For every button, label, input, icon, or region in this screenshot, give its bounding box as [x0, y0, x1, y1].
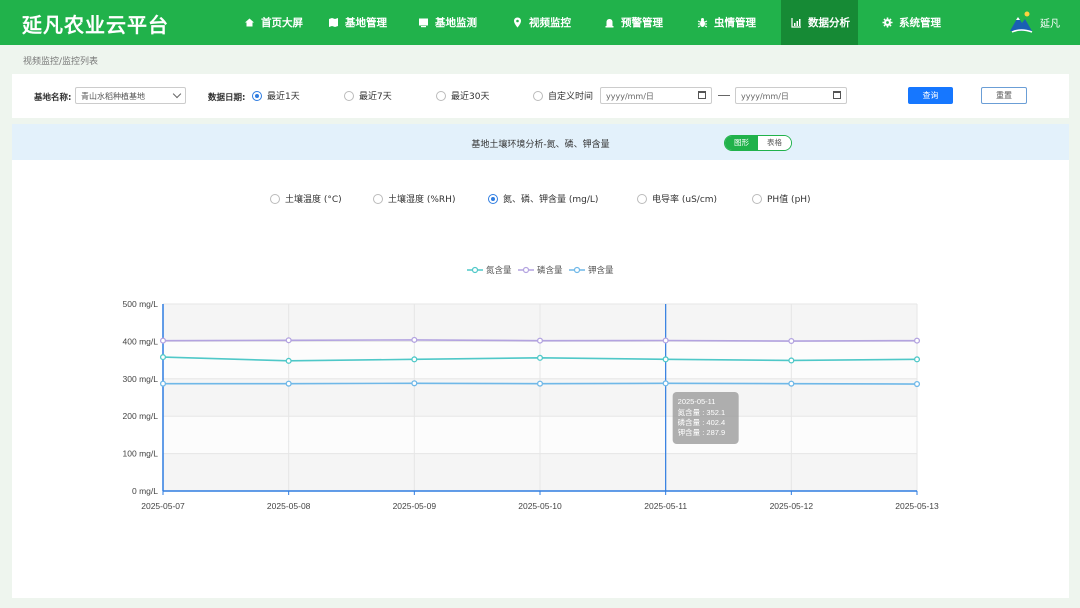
data-point [913, 380, 921, 388]
user-menu[interactable]: 延凡 [1008, 6, 1060, 38]
bug-icon [697, 17, 708, 28]
nav-label: 系统管理 [899, 17, 941, 29]
home-icon [244, 17, 255, 28]
nav-item-alert-management[interactable]: 预警管理 [594, 0, 673, 45]
x-tick-label: 2025-05-09 [393, 501, 437, 511]
data-point [662, 380, 669, 387]
chevron-down-icon [172, 89, 182, 99]
start-date-input[interactable]: yyyy/mm/日 [600, 87, 712, 104]
radio-dot [436, 90, 446, 101]
data-point [788, 380, 795, 387]
radio-dot [252, 90, 262, 101]
tooltip-row: 氮含量 : 352.1 [678, 407, 726, 417]
date-range-separator [718, 95, 730, 96]
calendar-icon[interactable] [698, 91, 706, 99]
end-date-input[interactable]: yyyy/mm/日 [735, 87, 847, 104]
range-last-1-day[interactable]: 最近1天 [252, 89, 300, 102]
monitor-icon [418, 17, 429, 28]
x-tick-label: 2025-05-07 [141, 501, 185, 511]
nav-label: 预警管理 [621, 17, 663, 29]
x-tick-label: 2025-05-10 [518, 501, 562, 511]
radio-dot [533, 90, 543, 101]
range-last-30-days[interactable]: 最近30天 [436, 89, 489, 102]
data-date-label: 数据日期: [208, 93, 246, 103]
data-point [159, 354, 167, 361]
gear-icon [882, 17, 893, 28]
nav-item-pest-management[interactable]: 虫情管理 [687, 0, 766, 45]
y-tick-label: 300 mg/L [123, 374, 159, 384]
x-tick-label: 2025-05-11 [644, 501, 687, 511]
data-point [285, 380, 292, 387]
tooltip-row: 钾含量 : 287.9 [678, 427, 726, 437]
alarm-icon [604, 17, 615, 28]
data-point [536, 337, 544, 344]
data-point [536, 354, 544, 361]
nav-label: 首页大屏 [261, 17, 303, 29]
base-name-label: 基地名称: [34, 93, 72, 103]
data-point [913, 337, 921, 344]
nav-label: 基地监测 [435, 17, 477, 29]
data-point [159, 380, 167, 387]
y-tick-label: 200 mg/L [123, 411, 159, 421]
data-point [662, 356, 669, 363]
base-name-select[interactable]: 青山水稻种植基地 [75, 87, 186, 104]
radio-dot [344, 90, 354, 101]
tooltip-row: 磷含量 : 402.4 [678, 417, 726, 427]
npk-line-chart[interactable]: 0 mg/L 100 mg/L 200 mg/L 300 mg/L 400 mg/L 50… [12, 124, 1069, 598]
data-point [913, 356, 921, 363]
data-point [285, 337, 292, 344]
mountain-logo-icon [1010, 11, 1033, 33]
y-tick-label: 400 mg/L [123, 336, 159, 346]
radio-label: 最近1天 [267, 92, 300, 102]
app-title: 延凡农业云平台 [22, 13, 169, 37]
radio-label: 最近7天 [359, 92, 392, 102]
y-tick-label: 100 mg/L [123, 449, 159, 459]
chart-icon [791, 17, 802, 28]
range-custom[interactable]: 自定义时间 [533, 89, 593, 102]
data-point [411, 356, 418, 363]
y-tick-label: 0 mg/L [132, 486, 158, 496]
nav-item-base-monitoring[interactable]: 基地监测 [408, 0, 487, 45]
data-point [159, 337, 167, 344]
data-point [788, 357, 795, 364]
tooltip-date: 2025-05-11 [678, 397, 716, 406]
calendar-icon[interactable] [833, 91, 841, 99]
breadcrumb: 视频监控/监控列表 [23, 57, 99, 67]
base-name-value: 青山水稻种植基地 [81, 92, 145, 101]
data-point [411, 380, 418, 387]
nav-label: 数据分析 [808, 17, 850, 29]
data-point [536, 380, 544, 387]
start-date-placeholder: yyyy/mm/日 [606, 92, 654, 101]
user-name: 延凡 [1040, 18, 1060, 30]
radio-label: 最近30天 [451, 92, 490, 102]
nav-item-base-management[interactable]: 基地管理 [318, 0, 397, 45]
top-navbar: 延凡农业云平台 首页大屏 基地管理 基地监测 视频监控 预警管理 虫情管理 数据… [0, 0, 1080, 45]
filter-bar: 基地名称: 青山水稻种植基地 数据日期: 最近1天 最近7天 最近30天 自定义… [12, 74, 1069, 118]
location-pin-icon [512, 17, 523, 28]
x-tick-label: 2025-05-13 [895, 501, 939, 511]
nav-item-system-management[interactable]: 系统管理 [872, 0, 951, 45]
radio-label: 自定义时间 [548, 92, 594, 102]
nav-label: 虫情管理 [714, 17, 756, 29]
data-point [662, 337, 669, 344]
query-button[interactable]: 查询 [908, 87, 953, 104]
nav-label: 视频监控 [529, 17, 571, 29]
nav-label: 基地管理 [345, 17, 387, 29]
x-tick-label: 2025-05-08 [267, 501, 311, 511]
nav-item-video-monitoring[interactable]: 视频监控 [502, 0, 581, 45]
data-point [411, 336, 418, 343]
data-point [788, 337, 795, 345]
reset-button[interactable]: 重置 [981, 87, 1027, 104]
x-tick-label: 2025-05-12 [770, 501, 814, 511]
map-icon [328, 17, 339, 28]
y-tick-label: 500 mg/L [123, 299, 159, 309]
nav-item-data-analysis[interactable]: 数据分析 [781, 0, 858, 45]
data-point [285, 357, 292, 364]
end-date-placeholder: yyyy/mm/日 [741, 92, 789, 101]
nav-item-home[interactable]: 首页大屏 [234, 0, 313, 45]
analysis-panel: 基地土壤环境分析-氮、磷、钾含量 图形 表格 土壤温度 (°C) 土壤湿度 (%… [12, 124, 1069, 598]
range-last-7-days[interactable]: 最近7天 [344, 89, 392, 102]
